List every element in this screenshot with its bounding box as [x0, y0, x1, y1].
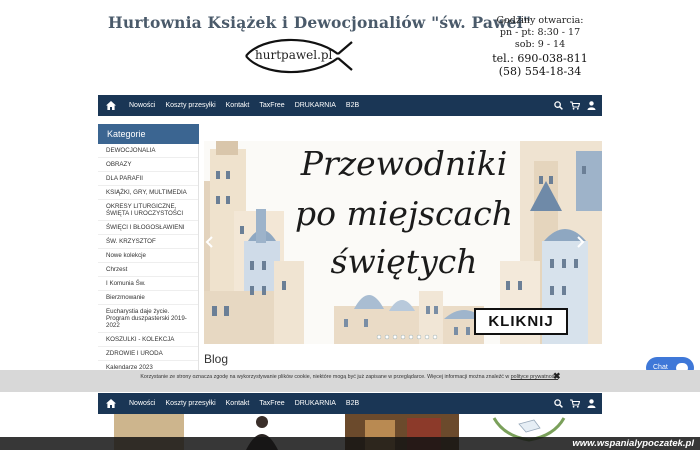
nav-item-nowosci[interactable]: Nowości: [124, 400, 160, 407]
category-item[interactable]: OBRAZY: [98, 158, 198, 172]
category-item[interactable]: DEWOCJONALIA: [98, 144, 198, 158]
banner-line-2: po miejscach: [295, 194, 513, 233]
sidebar-heading: Kategorie: [98, 124, 199, 144]
site-title: Hurtownia Książek i Dewocjonaliów "św. P…: [108, 13, 532, 32]
category-item[interactable]: KSIĄŻKI, GRY, MULTIMEDIA: [98, 186, 198, 200]
phone-numbers: tel.: 690-038-811 (58) 554-18-34: [488, 52, 592, 78]
hours-weekday: pn - pt: 8:30 - 17: [499, 27, 581, 38]
home-icon: [106, 101, 116, 110]
cookie-text: Korzystanie ze strony oznacza zgodę na w…: [140, 374, 510, 380]
cookie-text-wrap: Korzystanie ze strony oznacza zgodę na w…: [140, 374, 560, 380]
opening-hours: Godziny otwarcia: pn - pt: 8:30 - 17 sob…: [488, 15, 592, 51]
blog-heading: Blog: [204, 352, 229, 366]
cookie-bar: Korzystanie ze strony oznacza zgodę na w…: [0, 370, 700, 392]
banner-line-3: świętych: [330, 242, 478, 281]
hours-saturday: sob: 9 - 14: [514, 39, 566, 50]
home-button[interactable]: [98, 393, 124, 414]
nav-item-koszty-przesylki[interactable]: Koszty przesyłki: [160, 102, 220, 109]
category-list: DEWOCJONALIA OBRAZY DLA PARAFII KSIĄŻKI,…: [98, 144, 199, 375]
search-icon[interactable]: [554, 101, 563, 110]
home-button[interactable]: [98, 95, 124, 116]
banner-line-1: Przewodniki: [300, 144, 508, 183]
category-item[interactable]: OKRESY LITURGICZNE, ŚWIĘTA I UROCZYSTOŚC…: [98, 200, 198, 221]
category-item[interactable]: Nowe kolekcje: [98, 249, 198, 263]
category-item[interactable]: Bierzmowanie: [98, 291, 198, 305]
phone-mobile[interactable]: tel.: 690-038-811: [488, 52, 592, 65]
privacy-policy-link[interactable]: polityce prywatności: [511, 374, 558, 380]
logo-text: hurtpawel.pl: [255, 48, 333, 62]
nav-item-taxfree[interactable]: TaxFree: [254, 102, 289, 109]
category-sidebar: Kategorie DEWOCJONALIA OBRAZY DLA PARAFI…: [98, 124, 199, 375]
site-header: Hurtownia Książek i Dewocjonaliów "św. P…: [0, 0, 700, 95]
category-item[interactable]: Chrzest: [98, 263, 198, 277]
nav-icons: [554, 101, 602, 110]
phone-landline[interactable]: (58) 554-18-34: [488, 65, 592, 78]
sticky-nav: Nowości Koszty przesyłki Kontakt TaxFree…: [98, 393, 602, 414]
nav-item-b2b[interactable]: B2B: [341, 400, 364, 407]
category-item[interactable]: ŚW. KRZYSZTOF: [98, 235, 198, 249]
main-nav: Nowości Koszty przesyłki Kontakt TaxFree…: [98, 95, 602, 116]
cart-icon[interactable]: [570, 399, 580, 408]
nav-item-nowosci[interactable]: Nowości: [124, 102, 160, 109]
watermark-strip: www.wspanialypoczatek.pl: [0, 437, 700, 450]
category-item[interactable]: DLA PARAFII: [98, 172, 198, 186]
search-icon[interactable]: [554, 399, 563, 408]
close-icon[interactable]: ✖: [553, 372, 561, 381]
nav-item-b2b[interactable]: B2B: [341, 102, 364, 109]
nav-item-kontakt[interactable]: Kontakt: [221, 400, 255, 407]
kliknij-button[interactable]: KLIKNIJ: [474, 308, 568, 335]
nav-item-drukarnia[interactable]: DRUKARNIA: [290, 400, 341, 407]
nav-item-taxfree[interactable]: TaxFree: [254, 400, 289, 407]
home-icon: [106, 399, 116, 408]
hours-title: Godziny otwarcia:: [496, 15, 584, 26]
nav-icons: [554, 399, 602, 408]
category-item[interactable]: I Komunia Św.: [98, 277, 198, 291]
category-item[interactable]: KOSZULKI - KOLEKCJA: [98, 333, 198, 347]
nav-item-koszty-przesylki[interactable]: Koszty przesyłki: [160, 400, 220, 407]
watermark-text: www.wspanialypoczatek.pl: [572, 438, 694, 449]
user-icon[interactable]: [587, 399, 596, 408]
nav-item-kontakt[interactable]: Kontakt: [221, 102, 255, 109]
category-item[interactable]: Eucharystia daje życie. Program duszpast…: [98, 305, 198, 333]
promo-banner[interactable]: Przewodniki po miejscach świętych KLIKNI…: [204, 141, 602, 344]
category-item[interactable]: ŚWIĘCI I BŁOGOSŁAWIENI: [98, 221, 198, 235]
category-item[interactable]: ZDROWIE I URODA: [98, 347, 198, 361]
user-icon[interactable]: [587, 101, 596, 110]
nav-item-drukarnia[interactable]: DRUKARNIA: [290, 102, 341, 109]
cart-icon[interactable]: [570, 101, 580, 110]
